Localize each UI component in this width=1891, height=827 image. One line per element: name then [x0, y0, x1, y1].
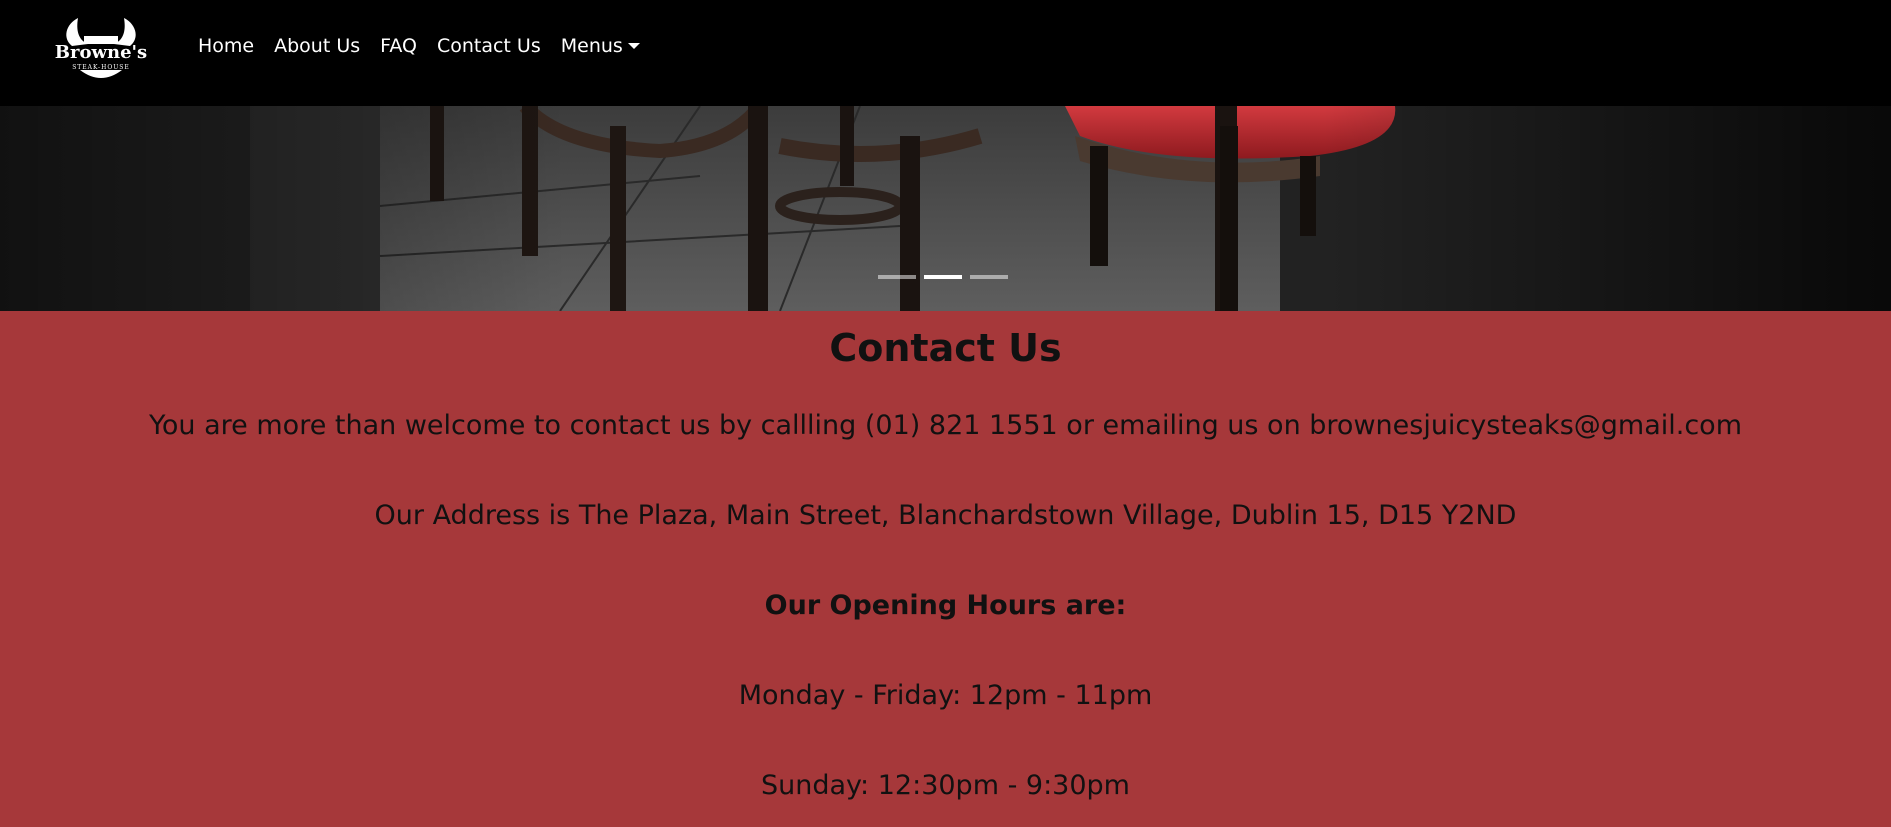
address-text: Our Address is The Plaza, Main Street, B… [374, 500, 1517, 531]
caret-down-icon [627, 43, 640, 49]
brand-tagline: STEAK-HOUSE [72, 64, 130, 71]
nav-faq[interactable]: FAQ [370, 29, 427, 63]
page-title: Contact Us [829, 326, 1062, 370]
opening-hours-heading: Our Opening Hours are: [764, 590, 1127, 621]
brand-name: Browne's [54, 42, 148, 63]
nav-menus-dropdown[interactable]: Menus [551, 29, 650, 63]
contact-intro: You are more than welcome to contact us … [149, 410, 1742, 441]
navbar: Browne's STEAK-HOUSE Home About Us FAQ C… [0, 0, 1891, 106]
carousel-indicators [878, 275, 1008, 279]
brand-logo[interactable]: Browne's STEAK-HOUSE [48, 14, 154, 80]
weekday-hours: Monday - Friday: 12pm - 11pm [738, 680, 1153, 711]
sunday-hours: Sunday: 12:30pm - 9:30pm [761, 770, 1130, 801]
nav-about-us[interactable]: About Us [264, 29, 370, 63]
hero-carousel[interactable] [0, 106, 1891, 311]
nav-menus-label: Menus [560, 35, 623, 57]
nav-home[interactable]: Home [188, 29, 264, 63]
carousel-indicator-1[interactable] [878, 275, 916, 279]
carousel-indicator-3[interactable] [970, 275, 1008, 279]
restaurant-chairs-image [0, 106, 1891, 311]
nav-contact-us[interactable]: Contact Us [427, 29, 551, 63]
carousel-indicator-2[interactable] [924, 275, 962, 279]
main-nav: Home About Us FAQ Contact Us Menus [188, 29, 650, 63]
contact-section: Contact Us You are more than welcome to … [0, 311, 1891, 827]
